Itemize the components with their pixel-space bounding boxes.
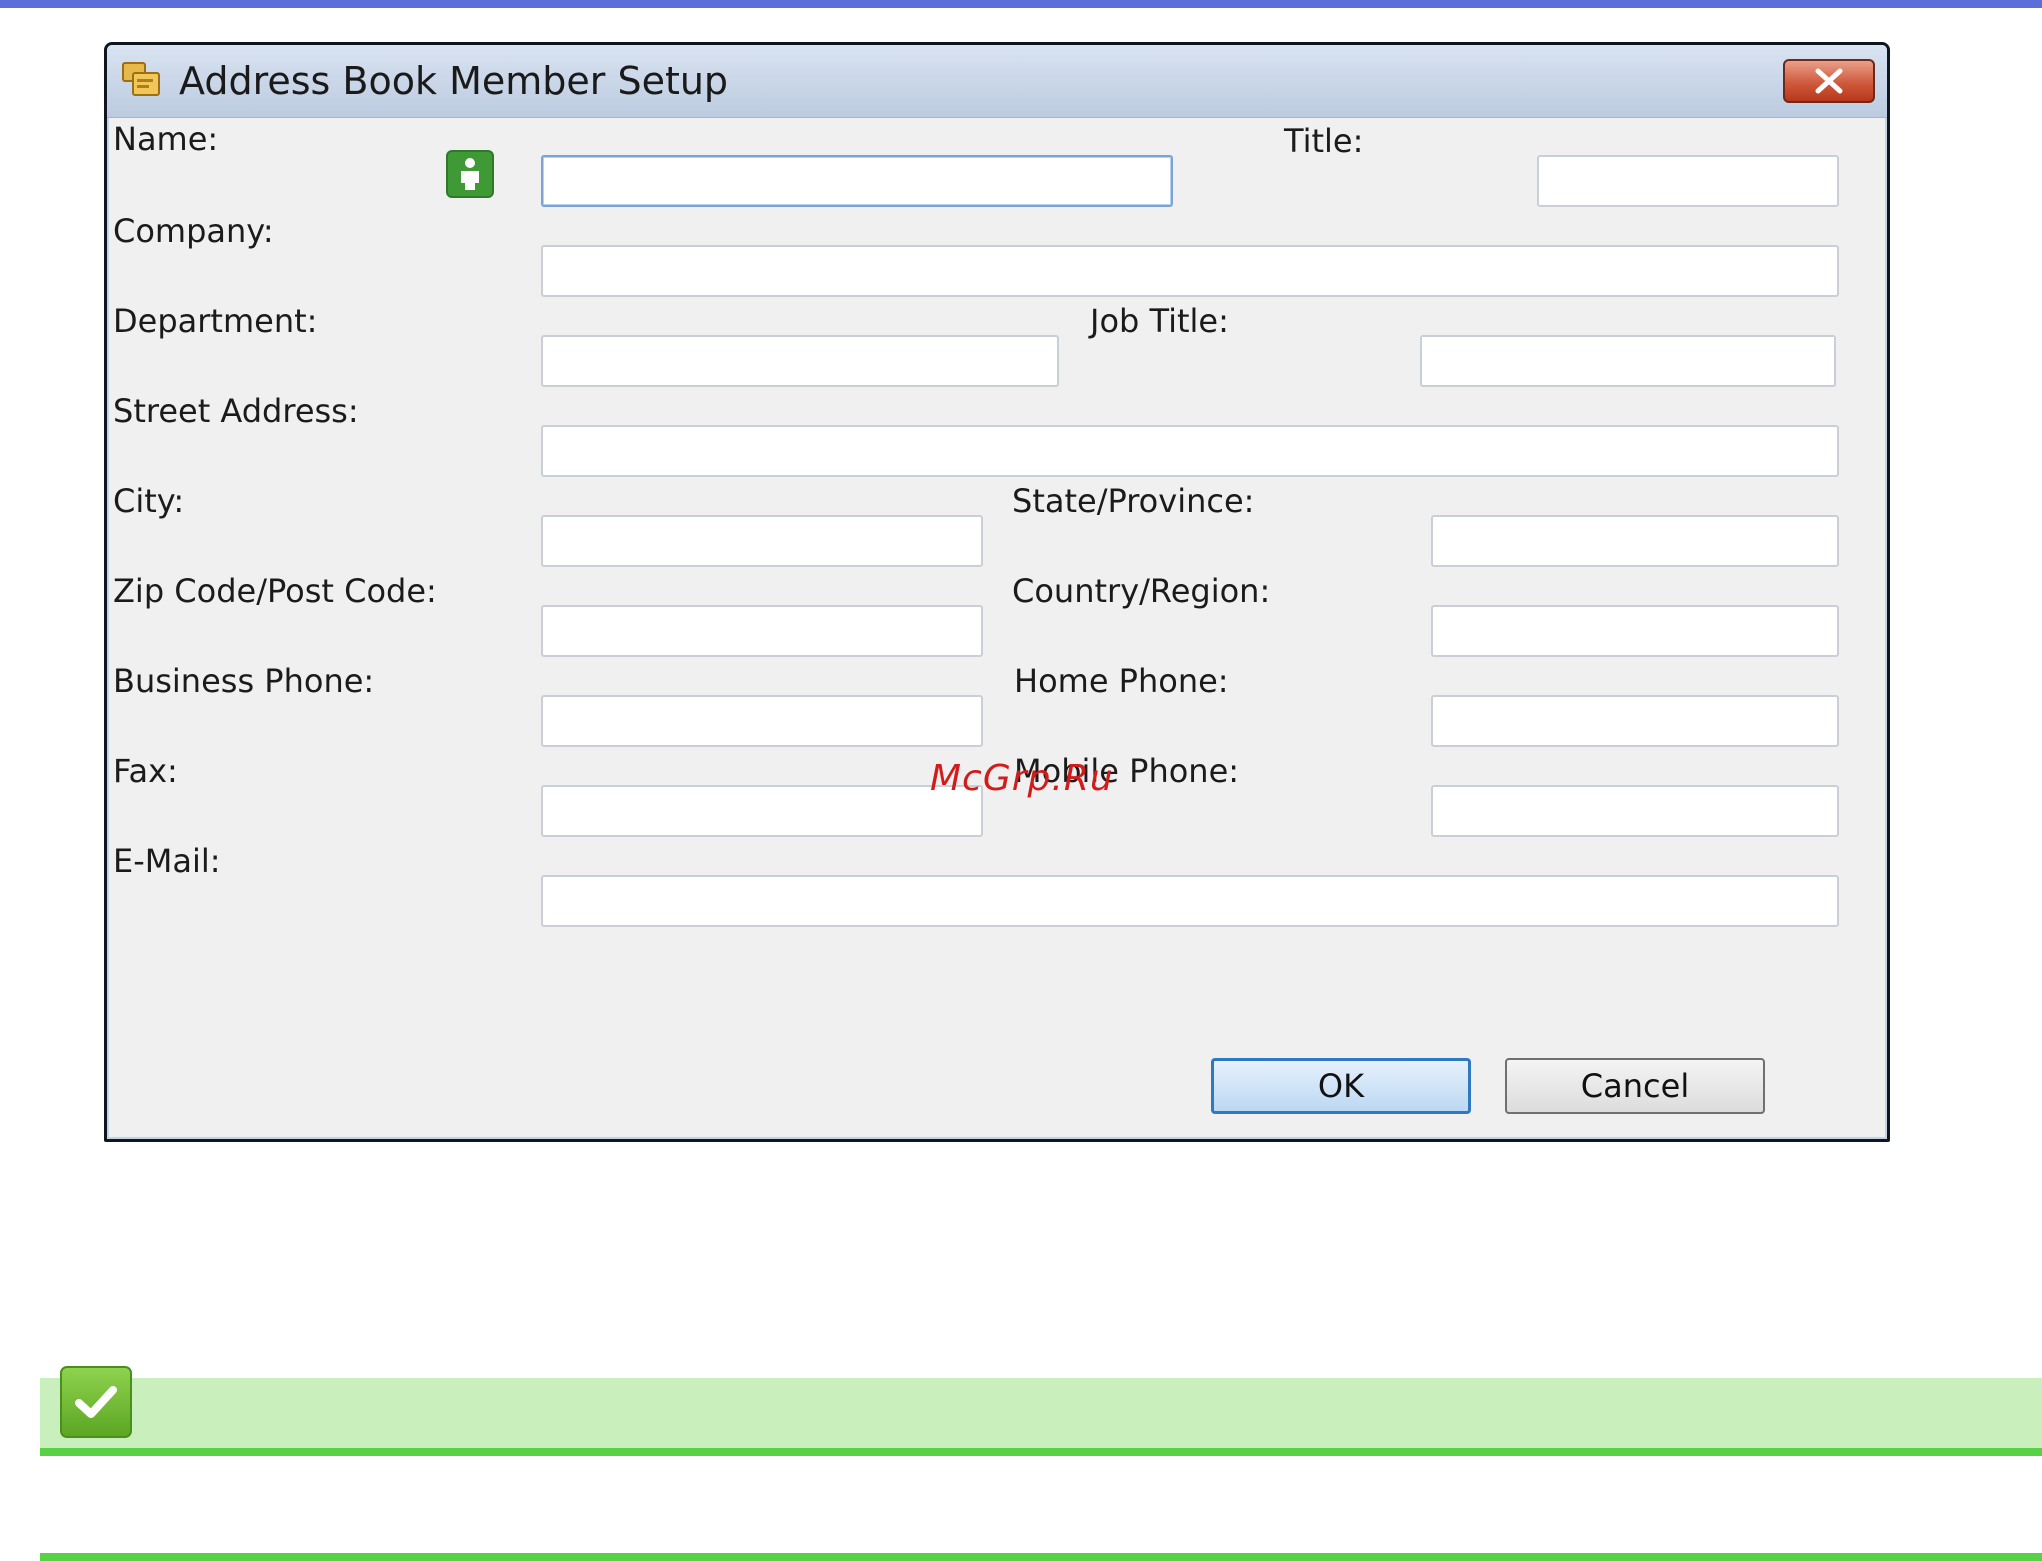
company-label: Company: — [113, 212, 274, 250]
zip-code-input[interactable] — [541, 605, 983, 657]
department-input[interactable] — [541, 335, 1059, 387]
fax-label: Fax: — [113, 752, 178, 790]
company-input[interactable] — [541, 245, 1839, 297]
note-bottom-rule — [40, 1553, 2042, 1561]
street-address-input[interactable] — [541, 425, 1839, 477]
business-phone-label: Business Phone: — [113, 662, 375, 700]
home-phone-input[interactable] — [1431, 695, 1839, 747]
email-input[interactable] — [541, 875, 1839, 927]
note-header-band — [40, 1378, 2042, 1456]
email-label: E-Mail: — [113, 842, 221, 880]
state-province-label: State/Province: — [1012, 482, 1255, 520]
address-book-member-setup-dialog: Address Book Member Setup Name: Title: C… — [104, 42, 1890, 1142]
checkmark-icon — [60, 1366, 132, 1438]
job-title-input[interactable] — [1420, 335, 1836, 387]
home-phone-label: Home Phone: — [1014, 662, 1229, 700]
street-address-label: Street Address: — [113, 392, 359, 430]
department-label: Department: — [113, 302, 318, 340]
mobile-phone-input[interactable] — [1431, 785, 1839, 837]
person-icon[interactable] — [446, 150, 494, 198]
close-button[interactable] — [1783, 59, 1875, 103]
title-bar[interactable]: Address Book Member Setup — [107, 45, 1887, 118]
zip-code-label: Zip Code/Post Code: — [113, 572, 437, 610]
watermark-text: McGrp.Ru — [930, 758, 1114, 799]
job-title-label: Job Title: — [1090, 302, 1229, 340]
name-label: Name: — [113, 120, 219, 158]
name-input[interactable] — [541, 155, 1173, 207]
business-phone-input[interactable] — [541, 695, 983, 747]
address-book-icon — [121, 59, 163, 101]
city-label: City: — [113, 482, 185, 520]
close-icon — [1815, 68, 1843, 94]
fax-input[interactable] — [541, 785, 983, 837]
ok-button[interactable]: OK — [1211, 1058, 1471, 1114]
title-label: Title: — [1284, 122, 1364, 160]
title-input[interactable] — [1537, 155, 1839, 207]
city-input[interactable] — [541, 515, 983, 567]
dialog-title: Address Book Member Setup — [179, 59, 729, 103]
state-province-input[interactable] — [1431, 515, 1839, 567]
cancel-button[interactable]: Cancel — [1505, 1058, 1765, 1114]
country-region-input[interactable] — [1431, 605, 1839, 657]
top-accent-bar — [0, 0, 2042, 8]
country-region-label: Country/Region: — [1012, 572, 1271, 610]
